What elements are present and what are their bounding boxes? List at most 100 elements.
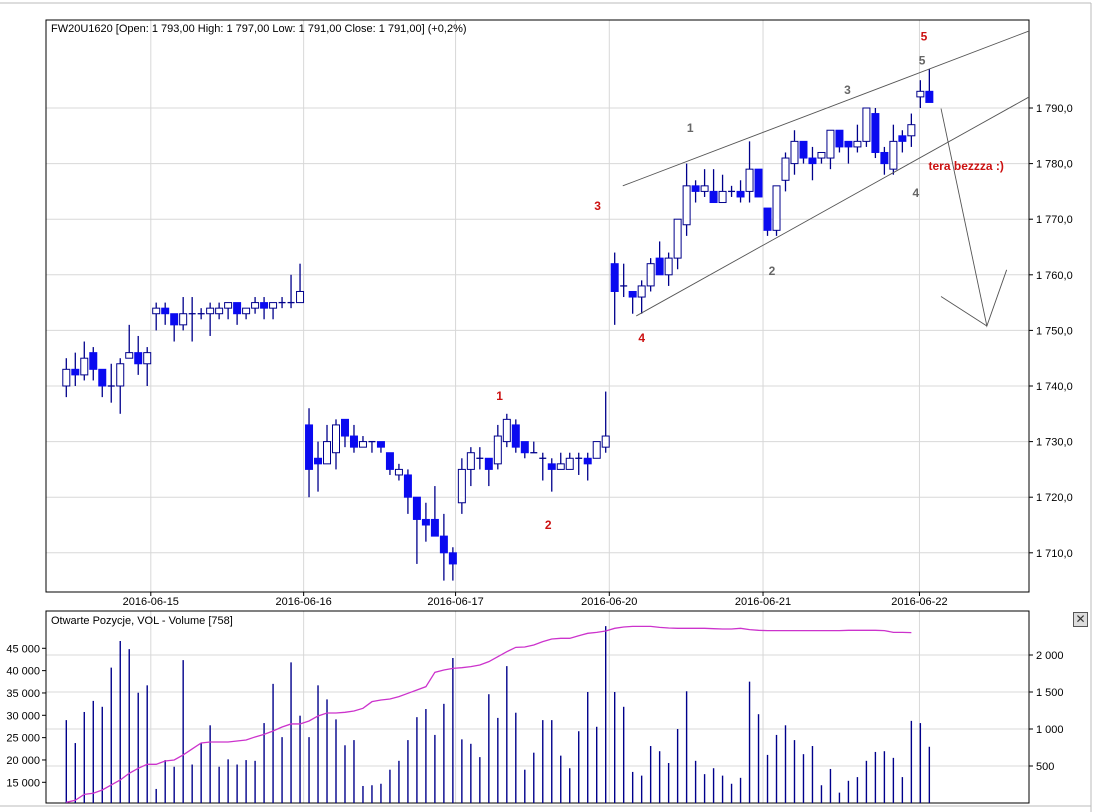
wave-label: 2 (769, 264, 776, 278)
candle (700, 169, 709, 197)
date-tick-label: 2016-06-20 (581, 596, 637, 608)
candle-body (565, 457, 574, 470)
candle (575, 452, 583, 475)
candle-body (403, 474, 412, 498)
candle-body (835, 129, 844, 148)
candle-body (772, 185, 781, 231)
candle-body (349, 435, 358, 448)
candle-body (745, 168, 754, 192)
candle (287, 274, 295, 309)
price-grid (46, 20, 1029, 592)
date-tick-label: 2016-06-16 (275, 596, 331, 608)
candle (197, 308, 205, 320)
candle (89, 347, 98, 381)
candle (278, 297, 286, 309)
candle-body (358, 441, 367, 448)
candle-body (80, 357, 89, 376)
candle (493, 424, 502, 470)
candle (107, 363, 115, 403)
trendlines (622, 30, 1029, 328)
candle (530, 441, 538, 454)
candle-body (925, 90, 934, 103)
candle (853, 124, 862, 153)
volume-tick-label: 1 500 (1036, 687, 1064, 699)
candle (457, 458, 466, 514)
candle (314, 441, 323, 492)
candle-body (242, 307, 251, 315)
candle (772, 185, 781, 236)
candle-body (763, 207, 772, 231)
candle-body (233, 302, 242, 315)
volume-tick-label: 500 (1036, 761, 1054, 773)
candle-body (655, 257, 664, 276)
chart-canvas: FW20U1620 [Open: 1 793,00 High: 1 797,00… (0, 2, 1092, 812)
candle-body (125, 352, 134, 359)
candle (583, 452, 592, 481)
candle-body (215, 307, 224, 315)
wave-label: 2 (545, 518, 552, 532)
price-tick-label: 1 720,0 (1036, 492, 1073, 504)
candle (215, 302, 224, 320)
candle (242, 307, 251, 320)
price-axis: 1 710,0 1 720,0 1 730,0 1 740,0 1 750,0 1 760… (1029, 103, 1073, 560)
candle (565, 452, 574, 470)
candle (152, 302, 161, 331)
candle (71, 352, 80, 386)
candle (394, 463, 403, 481)
candle (682, 163, 691, 236)
candle (592, 441, 601, 459)
projection-arrow-head (940, 296, 988, 327)
candle (655, 241, 664, 276)
candle-body (556, 463, 565, 470)
candle-body (251, 302, 260, 309)
close-panel-button[interactable]: ✕ (1073, 612, 1088, 627)
open-interest-tick-label: 30 000 (6, 710, 40, 722)
candle (620, 263, 628, 298)
candle-body (224, 302, 233, 309)
candle (728, 185, 736, 197)
candle (916, 80, 925, 108)
candle (817, 151, 826, 164)
candle (340, 418, 349, 448)
candle-body (610, 263, 619, 292)
price-tick-label: 1 740,0 (1036, 381, 1073, 393)
candle-body (493, 435, 502, 465)
candle-body (781, 157, 790, 181)
candle (871, 108, 880, 159)
wave-label: 3 (844, 83, 851, 97)
candle-body (916, 90, 925, 98)
candle-body (898, 135, 907, 142)
candle (403, 469, 412, 514)
candle-body (700, 185, 709, 192)
candle (179, 297, 188, 331)
candle-body (161, 307, 170, 315)
candle-body (296, 290, 305, 304)
candle (233, 302, 242, 325)
price-tick-label: 1 730,0 (1036, 437, 1073, 449)
candle (170, 313, 179, 342)
candle (880, 146, 889, 175)
candle-body (448, 552, 457, 565)
candle-body (907, 124, 916, 137)
candle (925, 69, 934, 103)
candle-body (664, 257, 673, 276)
candle-body (170, 313, 179, 326)
wave-label: 3 (594, 199, 601, 213)
price-tick-label: 1 710,0 (1036, 548, 1073, 560)
price-header: FW20U1620 [Open: 1 793,00 High: 1 797,00… (51, 23, 467, 35)
candle (889, 124, 898, 175)
projection-arrow-line (940, 108, 1008, 328)
candle-body (673, 218, 682, 259)
open-interest-tick-label: 35 000 (6, 688, 40, 700)
candle-body (430, 518, 439, 537)
price-tick-label: 1 770,0 (1036, 214, 1073, 226)
candle-body (844, 140, 853, 148)
volume-tick-label: 1 000 (1036, 724, 1064, 736)
candle (260, 297, 269, 320)
candle (709, 169, 718, 204)
wave-label: 4 (638, 331, 645, 345)
candle-body (520, 441, 529, 454)
candle-body (628, 290, 637, 298)
open-interest-tick-label: 20 000 (6, 755, 40, 767)
candle (368, 440, 376, 453)
